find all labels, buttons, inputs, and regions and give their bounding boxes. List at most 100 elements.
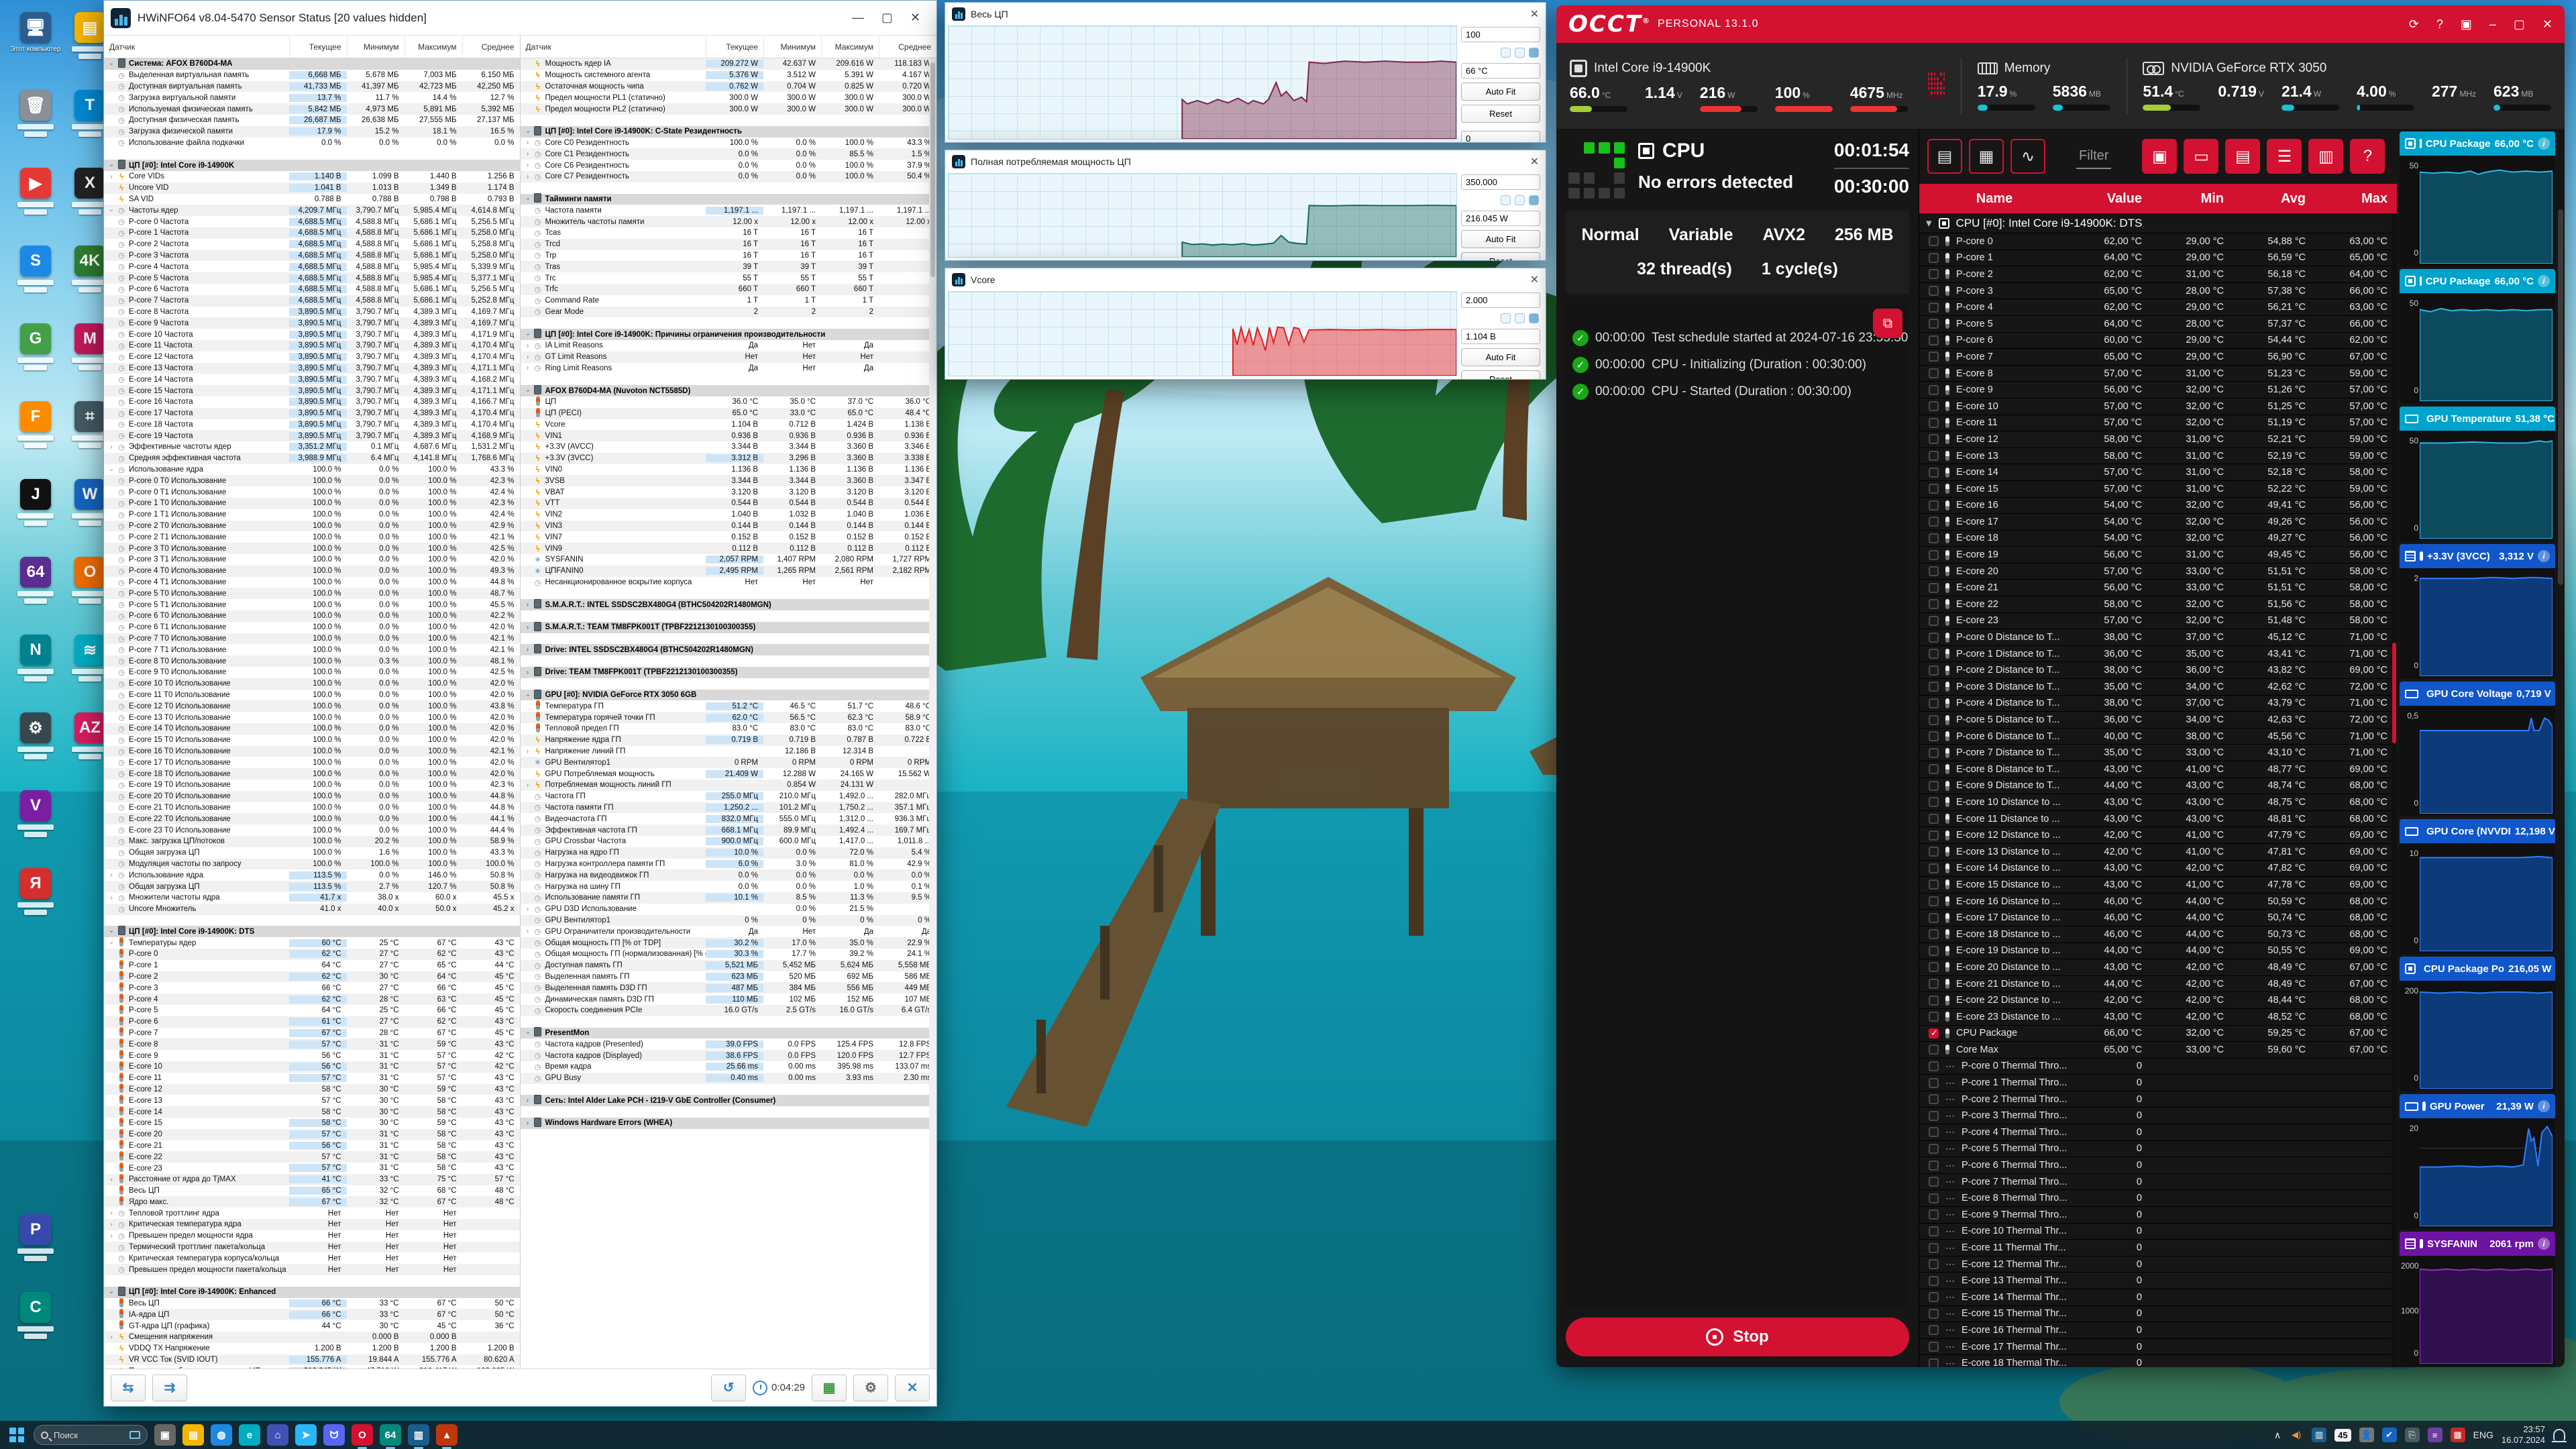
sensor-row[interactable]: ◷E-core 9 T0 Использование 100.0 %0.0 %1… bbox=[104, 667, 520, 678]
monitor-row[interactable]: E-core 16 Distance to ... 46,00 °C44,00 … bbox=[1919, 894, 2397, 910]
sensor-row[interactable]: Весь ЦП 66 °C33 °C67 °C50 °C bbox=[104, 1298, 520, 1309]
sensor-row[interactable]: ϟПредел мощности PL2 (статично) 300.0 W3… bbox=[521, 103, 937, 115]
monitor-row[interactable]: E-core 8 57,00 °C31,00 °C51,23 °C59,00 °… bbox=[1919, 366, 2397, 382]
graph-window-titlebar[interactable]: Полная потребляемая мощность ЦП ✕ bbox=[945, 150, 1546, 173]
notifications-icon[interactable] bbox=[2553, 1429, 2565, 1441]
sensor-row[interactable]: ◷Использование памяти ГП 10.1 %8.5 %11.3… bbox=[521, 892, 937, 904]
monitor-row[interactable]: P-core 4 Distance to T... 38,00 °C37,00 … bbox=[1919, 696, 2397, 712]
monitor-row[interactable]: E-core 18 Distance to ... 46,00 °C44,00 … bbox=[1919, 926, 2397, 943]
monitor-row[interactable]: P-core 4 62,00 °C29,00 °C56,21 °C63,00 °… bbox=[1919, 299, 2397, 316]
monitor-row[interactable]: E-core 22 Distance to ... 42,00 °C42,00 … bbox=[1919, 992, 2397, 1009]
sensor-row[interactable]: ◷Выделенная память ГП 623 МБ520 МБ692 МБ… bbox=[521, 971, 937, 983]
graph-checkbox[interactable] bbox=[1929, 1127, 1939, 1137]
sensor-graph-card[interactable]: GPU Core Voltage 0,719 V i 0,50 bbox=[2400, 682, 2555, 816]
view-grid-button[interactable]: ▦ bbox=[1969, 139, 2004, 174]
collapse-columns-button[interactable]: ⇉ bbox=[152, 1375, 187, 1401]
sensor-row[interactable]: ◷Множитель частоты памяти 12.00 x12.00 x… bbox=[521, 216, 937, 227]
graph-checkbox[interactable] bbox=[1929, 830, 1939, 841]
graph-checkbox[interactable] bbox=[1929, 748, 1939, 758]
sensor-row[interactable]: ›◷Core C1 Резидентность 0.0 %0.0 %85.5 %… bbox=[521, 148, 937, 160]
graph-checkbox[interactable] bbox=[1929, 1078, 1939, 1088]
help-icon[interactable]: ? bbox=[2436, 17, 2443, 32]
graph-window-titlebar[interactable]: Весь ЦП ✕ bbox=[945, 3, 1546, 25]
sensor-row[interactable]: ◷P-core 7 T0 Использование 100.0 %0.0 %1… bbox=[104, 633, 520, 645]
graph-checkbox[interactable] bbox=[1929, 1028, 1939, 1038]
sensor-row[interactable]: Температура горячей точки ГП 62.0 °C56.5… bbox=[521, 712, 937, 723]
monitor-row[interactable]: CPU Package 66,00 °C32,00 °C59,25 °C67,0… bbox=[1919, 1026, 2397, 1042]
sensor-row[interactable]: Тепловой предел ГП 83.0 °C83.0 °C83.0 °C… bbox=[521, 723, 937, 735]
cpu-filter-button[interactable]: ▣ bbox=[2142, 139, 2177, 174]
sensor-row[interactable]: ◷P-core 6 T1 Использование 100.0 %0.0 %1… bbox=[104, 622, 520, 633]
sensor-row[interactable]: ◷Trcd 16 T16 T16 T bbox=[521, 239, 937, 250]
sensor-row[interactable]: ›◷Частоты ядер 4,209.7 МГц3,790.7 МГц5,9… bbox=[104, 205, 520, 216]
graph-checkbox[interactable] bbox=[1929, 1309, 1939, 1319]
sensor-row[interactable]: ◷P-core 3 T1 Использование 100.0 %0.0 %1… bbox=[104, 554, 520, 566]
sensor-row[interactable]: ◷P-core 2 T0 Использование 100.0 %0.0 %1… bbox=[104, 521, 520, 532]
graph-checkbox[interactable] bbox=[1929, 335, 1939, 345]
hwinfo-titlebar[interactable]: HWiNFO64 v8.04-5470 Sensor Status [20 va… bbox=[104, 1, 936, 36]
graph-checkbox[interactable] bbox=[1929, 962, 1939, 972]
monitor-row[interactable]: P-core 3 Distance to T... 35,00 °C34,00 … bbox=[1919, 679, 2397, 696]
monitor-row[interactable]: E-core 11 57,00 °C32,00 °C51,19 °C57,00 … bbox=[1919, 415, 2397, 432]
motherboard-filter-button[interactable]: ▤ bbox=[2225, 139, 2260, 174]
desktop-icon[interactable]: ⚙ bbox=[9, 712, 62, 759]
sensor-row[interactable]: ϟVIN0 1.136 B1.136 B1.136 B1.136 B bbox=[521, 464, 937, 476]
monitor-row[interactable]: P-core 6 Distance to T... 40,00 °C38,00 … bbox=[1919, 729, 2397, 745]
sensor-row[interactable]: ЦП (PECI) 65.0 °C33.0 °C65.0 °C48.4 °C bbox=[521, 408, 937, 419]
expand-columns-button[interactable]: ⇆ bbox=[111, 1375, 146, 1401]
graph-checkbox[interactable] bbox=[1929, 550, 1939, 560]
graph-checkbox[interactable] bbox=[1929, 879, 1939, 890]
sensor-graph-card[interactable]: CPU Package 66,00 °C i 500 bbox=[2400, 131, 2555, 266]
sensor-row[interactable]: ◷Макс. загрузка ЦП/потоков 100.0 %20.2 %… bbox=[104, 836, 520, 847]
close-icon[interactable]: ✕ bbox=[1530, 7, 1539, 21]
sensor-row[interactable]: ◷P-core 6 Частота 4,688.5 МГц4,588.8 МГц… bbox=[104, 284, 520, 295]
graph-checkbox[interactable] bbox=[1929, 434, 1939, 444]
monitor-row[interactable]: ⋯ E-core 18 Thermal Thr... 0 bbox=[1919, 1355, 2397, 1367]
info-icon[interactable]: i bbox=[2538, 275, 2550, 287]
sensor-row[interactable]: E-core 12 58 °C30 °C59 °C43 °C bbox=[104, 1084, 520, 1095]
monitor-row[interactable]: ⋯ E-core 11 Thermal Thr... 0 bbox=[1919, 1240, 2397, 1256]
sensor-row[interactable]: ›◷Эффективные частоты ядер 3,351.2 МГц0.… bbox=[104, 441, 520, 453]
monitor-row[interactable]: Core Max 65,00 °C33,00 °C59,60 °C67,00 °… bbox=[1919, 1042, 2397, 1059]
graph-checkbox[interactable] bbox=[1929, 1161, 1939, 1171]
sensor-section-header[interactable]: ›PresentMon bbox=[521, 1028, 937, 1039]
graph-checkbox[interactable] bbox=[1929, 1177, 1939, 1187]
sensor-row[interactable]: ◷E-core 20 T0 Использование 100.0 %0.0 %… bbox=[104, 791, 520, 802]
sensor-graph-card[interactable]: GPU Power 21,39 W i 200 bbox=[2400, 1094, 2555, 1229]
sensor-row[interactable]: ◷Частота памяти 1,197.1 ...1,197.1 ...1,… bbox=[521, 205, 937, 216]
sensor-row[interactable]: ◷P-core 1 Частота 4,688.5 МГц4,588.8 МГц… bbox=[104, 227, 520, 239]
sensor-row[interactable]: ◷Tcas 16 T16 T16 T bbox=[521, 227, 937, 239]
sensor-row[interactable]: ◷Видеочастота ГП 832.0 МГц555.0 МГц1,312… bbox=[521, 813, 937, 824]
start-button[interactable] bbox=[7, 1425, 27, 1445]
sensor-row[interactable]: ◷Превышен предел мощности пакета/кольца … bbox=[104, 1264, 520, 1275]
monitor-row[interactable]: E-core 23 Distance to ... 43,00 °C42,00 … bbox=[1919, 1009, 2397, 1026]
monitor-row[interactable]: E-core 10 Distance to ... 43,00 °C43,00 … bbox=[1919, 794, 2397, 811]
graph-style-toggles[interactable] bbox=[1461, 46, 1540, 59]
graph-checkbox[interactable] bbox=[1929, 566, 1939, 576]
sensor-row[interactable]: ϟVIN7 0.152 B0.152 B0.152 B0.152 B bbox=[521, 531, 937, 543]
monitor-row[interactable]: E-core 10 57,00 °C32,00 °C51,25 °C57,00 … bbox=[1919, 398, 2397, 415]
filter-input[interactable]: Filter bbox=[2076, 144, 2111, 169]
auto-fit-button[interactable]: Auto Fit bbox=[1461, 230, 1540, 248]
monitor-row[interactable]: E-core 17 54,00 °C32,00 °C49,26 °C56,00 … bbox=[1919, 514, 2397, 531]
sensor-row[interactable]: ◷Термический троттлинг пакета/кольца Нет… bbox=[104, 1242, 520, 1253]
sensor-row[interactable]: ›Расстояние от ядра до TjMAX 41 °C33 °C7… bbox=[104, 1174, 520, 1185]
sensor-row[interactable]: ◷Модуляция частоты по запросу 100.0 %100… bbox=[104, 859, 520, 870]
monitor-row[interactable]: P-core 0 Distance to T... 38,00 °C37,00 … bbox=[1919, 629, 2397, 646]
sensor-graph-card[interactable]: GPU Temperature 51,38 °C i 500 bbox=[2400, 407, 2555, 541]
graph-checkbox[interactable] bbox=[1929, 1061, 1939, 1071]
sensor-row[interactable]: ◷Доступная физическая память 26,687 МБ26… bbox=[104, 115, 520, 126]
desktop-icon[interactable]: S bbox=[9, 246, 62, 292]
graph-checkbox[interactable] bbox=[1929, 352, 1939, 362]
graph-checkbox[interactable] bbox=[1929, 269, 1939, 279]
sensor-row[interactable]: ◷Частота ГП 255.0 МГц210.0 МГц1,492.0 ..… bbox=[521, 791, 937, 802]
sensor-row[interactable]: ◷P-core 3 T0 Использование 100.0 %0.0 %1… bbox=[104, 543, 520, 554]
sensor-row[interactable]: ◷Общая мощность ГП (нормализованная) [% … bbox=[521, 949, 937, 960]
sensor-section-header[interactable]: ›GPU [#0]: NVIDIA GeForce RTX 3050 6GB bbox=[521, 690, 937, 701]
gpu-summary[interactable]: NVIDIA GeForce RTX 3050 51.4°C 0.719V 21… bbox=[2143, 61, 2551, 111]
monitor-row[interactable]: ⋯ E-core 10 Thermal Thr... 0 bbox=[1919, 1224, 2397, 1240]
monitor-row[interactable]: E-core 13 58,00 °C31,00 °C52,19 °C59,00 … bbox=[1919, 448, 2397, 465]
graph-checkbox[interactable] bbox=[1929, 1111, 1939, 1121]
monitor-row[interactable]: ⋯ P-core 0 Thermal Thro... 0 bbox=[1919, 1059, 2397, 1075]
sensor-row[interactable]: ◷E-core 16 Частота 3,890.5 МГц3,790.7 МГ… bbox=[104, 396, 520, 408]
